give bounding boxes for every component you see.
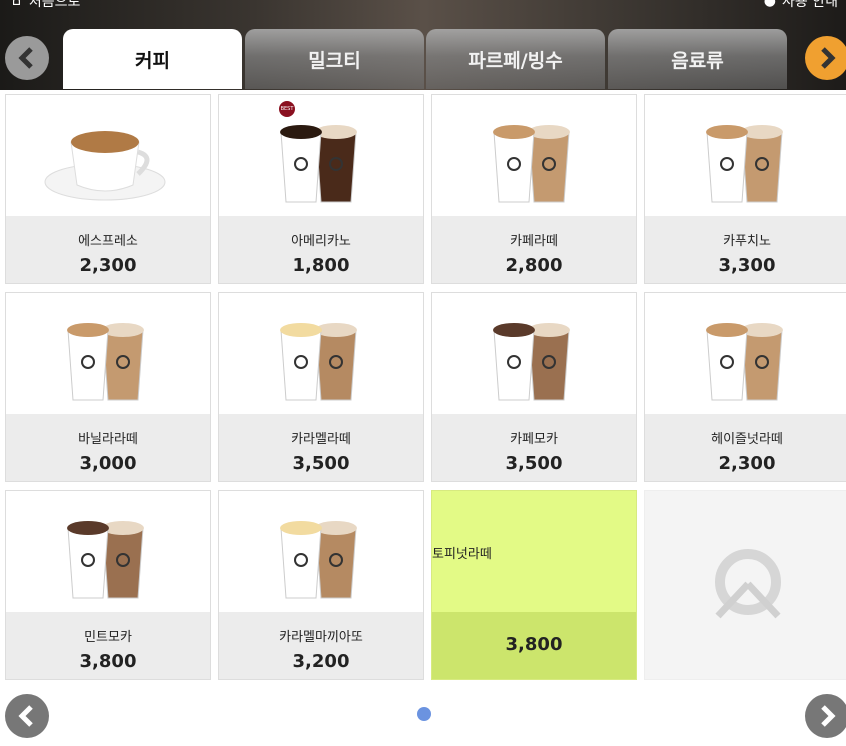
product-image xyxy=(645,95,846,218)
product-image xyxy=(219,95,423,218)
plate-cutlery-icon xyxy=(715,549,781,619)
product-card[interactable]: 카푸치노 3,300 xyxy=(644,94,846,284)
product-name: 카라멜마끼아또 xyxy=(279,630,363,645)
product-image xyxy=(6,293,210,416)
tab-beverages[interactable]: 음료류 xyxy=(608,29,787,89)
help-button[interactable]: ● 사용 안내 xyxy=(764,0,838,11)
product-name: 카푸치노 xyxy=(723,234,771,249)
product-card[interactable]: 카페모카 3,500 xyxy=(431,292,637,482)
product-price: 2,300 xyxy=(718,453,776,474)
product-card[interactable]: 에스프레소 2,300 xyxy=(5,94,211,284)
product-card[interactable]: BEST 아메리카노 1,800 xyxy=(218,94,424,284)
tab-prev-button[interactable] xyxy=(5,36,49,80)
page-next-button[interactable] xyxy=(805,694,846,738)
product-image xyxy=(219,491,423,614)
page-indicator-dot[interactable] xyxy=(417,707,431,721)
header: ⌂ 처음으로 ● 사용 안내 커피 밀크티 파르페/빙수 음료류 xyxy=(0,0,846,90)
product-image xyxy=(645,293,846,416)
product-price: 3,500 xyxy=(505,453,563,474)
page-prev-button[interactable] xyxy=(5,694,49,738)
product-price: 3,300 xyxy=(718,255,776,276)
product-name: 아메리카노 xyxy=(291,234,351,249)
product-card[interactable]: 카라멜라떼 3,500 xyxy=(218,292,424,482)
chevron-right-icon xyxy=(821,705,836,727)
product-price: 3,200 xyxy=(292,651,350,672)
product-name: 헤이즐넛라떼 xyxy=(711,432,783,447)
product-card[interactable]: 카페라떼 2,800 xyxy=(431,94,637,284)
tab-next-button[interactable] xyxy=(805,36,846,80)
product-image xyxy=(432,293,636,416)
product-image xyxy=(219,293,423,416)
chevron-right-icon xyxy=(821,47,836,69)
tab-coffee[interactable]: 커피 xyxy=(63,29,242,89)
chevron-left-icon xyxy=(18,47,33,69)
product-price: 3,800 xyxy=(505,634,563,655)
home-icon: ⌂ xyxy=(12,0,21,9)
product-price: 3,000 xyxy=(79,453,137,474)
product-image xyxy=(432,95,636,218)
product-image xyxy=(6,491,210,614)
product-card[interactable]: 토피넛라떼 3,800 xyxy=(431,490,637,680)
product-card[interactable]: 헤이즐넛라떼 2,300 xyxy=(644,292,846,482)
product-grid: 에스프레소 2,300 BEST 아메리카노 1,800 카페라떼 2,800 카푸치노 3,3… xyxy=(5,94,846,680)
home-button[interactable]: ⌂ 처음으로 xyxy=(12,0,80,11)
product-price: 3,800 xyxy=(79,651,137,672)
product-name: 토피넛라떼 xyxy=(432,547,492,562)
product-price: 1,800 xyxy=(292,255,350,276)
product-card[interactable]: 카라멜마끼아또 3,200 xyxy=(218,490,424,680)
product-card[interactable]: 바닐라라떼 3,000 xyxy=(5,292,211,482)
product-image xyxy=(6,95,210,218)
tab-parfait[interactable]: 파르페/빙수 xyxy=(426,29,605,89)
product-name: 민트모카 xyxy=(84,630,132,645)
product-price: 2,800 xyxy=(505,255,563,276)
empty-slot xyxy=(644,490,846,680)
product-price: 3,500 xyxy=(292,453,350,474)
product-card[interactable]: 민트모카 3,800 xyxy=(5,490,211,680)
product-name: 카페라떼 xyxy=(510,234,558,249)
product-name: 카라멜라떼 xyxy=(291,432,351,447)
info-icon: ● xyxy=(763,0,777,9)
product-price: 2,300 xyxy=(79,255,137,276)
tab-milk-tea[interactable]: 밀크티 xyxy=(245,29,424,89)
chevron-left-icon xyxy=(18,705,33,727)
best-badge: BEST xyxy=(279,101,295,117)
product-name: 카페모카 xyxy=(510,432,558,447)
product-name: 에스프레소 xyxy=(78,234,138,249)
product-name: 바닐라라떼 xyxy=(78,432,138,447)
